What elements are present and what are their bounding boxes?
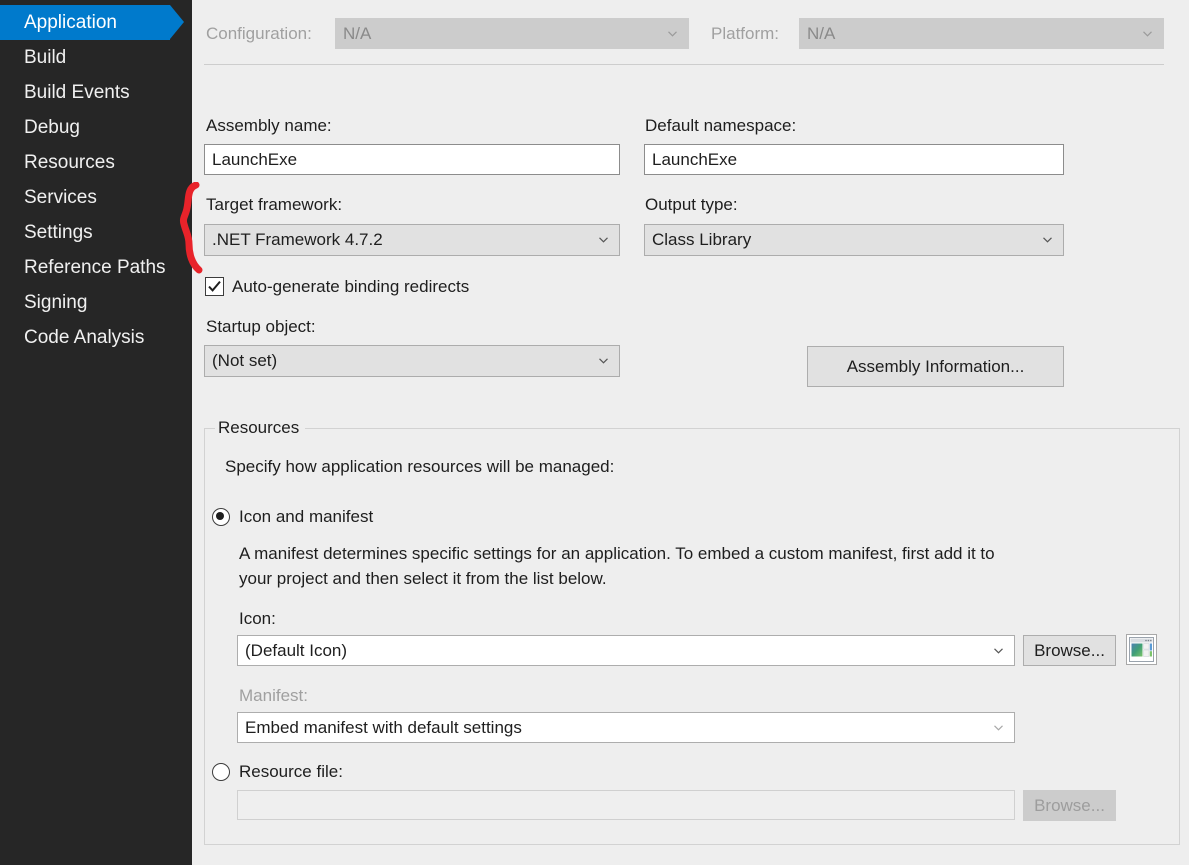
sidebar-item-label: Services: [24, 187, 97, 208]
output-type-label: Output type:: [645, 195, 738, 214]
manifest-value: Embed manifest with default settings: [245, 717, 522, 737]
platform-label: Platform:: [711, 24, 780, 43]
default-namespace-label: Default namespace:: [645, 116, 797, 135]
manifest-description: A manifest determines specific settings …: [239, 544, 995, 588]
sidebar-item-label: Build Events: [24, 82, 130, 103]
default-namespace-input[interactable]: LaunchExe: [644, 144, 1064, 175]
assembly-information-button-label: Assembly Information...: [846, 356, 1025, 376]
icon-combobox[interactable]: (Default Icon): [237, 635, 1015, 666]
chevron-down-icon: [599, 358, 608, 364]
resource-file-browse-button[interactable]: Browse...: [1023, 790, 1116, 821]
auto-binding-redirects-checkbox[interactable]: [205, 277, 224, 296]
properties-sidebar: Application Build Build Events Debug Res…: [0, 0, 192, 865]
target-framework-combobox[interactable]: .NET Framework 4.7.2: [204, 224, 620, 256]
icon-and-manifest-radio[interactable]: [212, 508, 230, 526]
sidebar-item-label: Resources: [24, 152, 115, 173]
sidebar-item-label: Code Analysis: [24, 327, 145, 348]
application-properties-pane: Configuration: N/A Platform: N/A Assembl…: [192, 0, 1189, 865]
chevron-down-icon: [994, 724, 1003, 731]
sidebar-item-reference-paths[interactable]: Reference Paths: [0, 250, 192, 285]
resource-file-radio[interactable]: [212, 763, 230, 781]
target-framework-label: Target framework:: [206, 195, 343, 214]
resources-groupbox: Resources Specify how application resour…: [204, 418, 1180, 845]
sidebar-item-label: Build: [24, 47, 67, 68]
sidebar-item-services[interactable]: Services: [0, 180, 192, 215]
sidebar-item-build-events[interactable]: Build Events: [0, 75, 192, 110]
resources-groupbox-title: Resources: [215, 418, 306, 438]
checkmark-icon: [208, 280, 221, 292]
icon-preview-thumbnail: [1126, 634, 1157, 665]
sidebar-item-build[interactable]: Build: [0, 40, 192, 75]
icon-label: Icon:: [239, 609, 276, 628]
sidebar-item-settings[interactable]: Settings: [0, 215, 192, 250]
toolbar-divider: [204, 64, 1164, 65]
configuration-label: Configuration:: [206, 24, 312, 43]
default-namespace-value: LaunchExe: [652, 149, 738, 169]
project-properties-window: Application Build Build Events Debug Res…: [0, 0, 1189, 865]
application-window-icon: [1129, 637, 1154, 662]
startup-object-label: Startup object:: [206, 317, 316, 336]
sidebar-item-label: Application: [24, 12, 117, 33]
sidebar-item-application[interactable]: Application: [0, 5, 184, 40]
resource-file-input[interactable]: [237, 790, 1015, 820]
sidebar-item-code-analysis[interactable]: Code Analysis: [0, 320, 192, 355]
assembly-name-input[interactable]: LaunchExe: [204, 144, 620, 175]
assembly-name-value: LaunchExe: [212, 149, 298, 169]
assembly-name-label: Assembly name:: [206, 116, 332, 135]
resources-description: Specify how application resources will b…: [225, 457, 615, 476]
sidebar-item-label: Reference Paths: [24, 257, 166, 278]
icon-browse-button-label: Browse...: [1034, 640, 1105, 660]
resource-file-label: Resource file:: [239, 762, 343, 781]
sidebar-item-resources[interactable]: Resources: [0, 145, 192, 180]
output-type-value: Class Library: [652, 230, 752, 249]
icon-value: (Default Icon): [245, 640, 348, 660]
chevron-down-icon: [668, 30, 677, 37]
chevron-down-icon: [1143, 30, 1152, 37]
configuration-combobox[interactable]: N/A: [335, 18, 689, 49]
sidebar-item-label: Signing: [24, 292, 88, 313]
chevron-down-icon: [994, 647, 1003, 654]
output-type-combobox[interactable]: Class Library: [644, 224, 1064, 256]
icon-and-manifest-label: Icon and manifest: [239, 507, 374, 526]
startup-object-combobox[interactable]: (Not set): [204, 345, 620, 377]
platform-combobox[interactable]: N/A: [799, 18, 1164, 49]
manifest-combobox[interactable]: Embed manifest with default settings: [237, 712, 1015, 743]
resource-file-browse-button-label: Browse...: [1034, 795, 1105, 815]
sidebar-item-label: Settings: [24, 222, 93, 243]
icon-browse-button[interactable]: Browse...: [1023, 635, 1116, 666]
sidebar-item-label: Debug: [24, 117, 80, 138]
target-framework-value: .NET Framework 4.7.2: [212, 230, 383, 249]
startup-object-value: (Not set): [212, 351, 278, 370]
sidebar-item-debug[interactable]: Debug: [0, 110, 192, 145]
platform-value: N/A: [807, 23, 836, 43]
chevron-down-icon: [599, 237, 608, 243]
chevron-down-icon: [1043, 237, 1052, 243]
configuration-value: N/A: [343, 23, 372, 43]
assembly-information-button[interactable]: Assembly Information...: [807, 346, 1064, 387]
manifest-label: Manifest:: [239, 686, 308, 705]
sidebar-item-signing[interactable]: Signing: [0, 285, 192, 320]
configuration-toolbar: Configuration: N/A Platform: N/A: [192, 0, 1189, 65]
auto-binding-redirects-label: Auto-generate binding redirects: [232, 277, 470, 296]
